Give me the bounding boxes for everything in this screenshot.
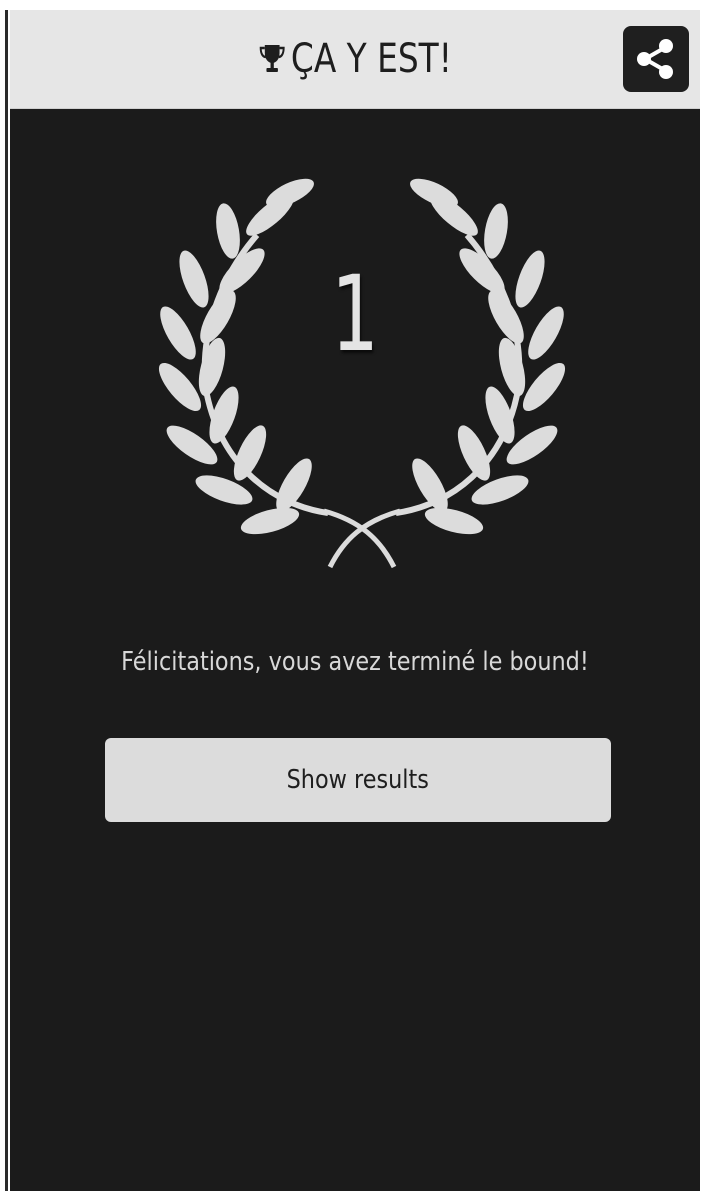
share-button[interactable] bbox=[623, 26, 689, 92]
laurel-wreath-icon bbox=[158, 178, 566, 569]
show-results-label: Show results bbox=[286, 765, 430, 795]
title-text: ÇA Y EST! bbox=[290, 36, 452, 82]
content-area: 1 Félicitations, vous avez terminé le bo… bbox=[10, 109, 700, 1191]
congratulations-message: Félicitations, vous avez terminé le boun… bbox=[121, 647, 589, 677]
left-border bbox=[5, 10, 8, 1191]
header-bar: ÇA Y EST! bbox=[10, 10, 700, 109]
page-title: ÇA Y EST! bbox=[72, 34, 638, 88]
share-icon bbox=[637, 39, 673, 79]
app-screen: ÇA Y EST! 1 Félicitations, vous avez ter… bbox=[0, 0, 710, 1191]
laurel-wreath bbox=[152, 175, 572, 575]
trophy-icon bbox=[258, 38, 286, 88]
show-results-button[interactable]: Show results bbox=[105, 738, 611, 822]
rank-number: 1 bbox=[331, 253, 379, 375]
